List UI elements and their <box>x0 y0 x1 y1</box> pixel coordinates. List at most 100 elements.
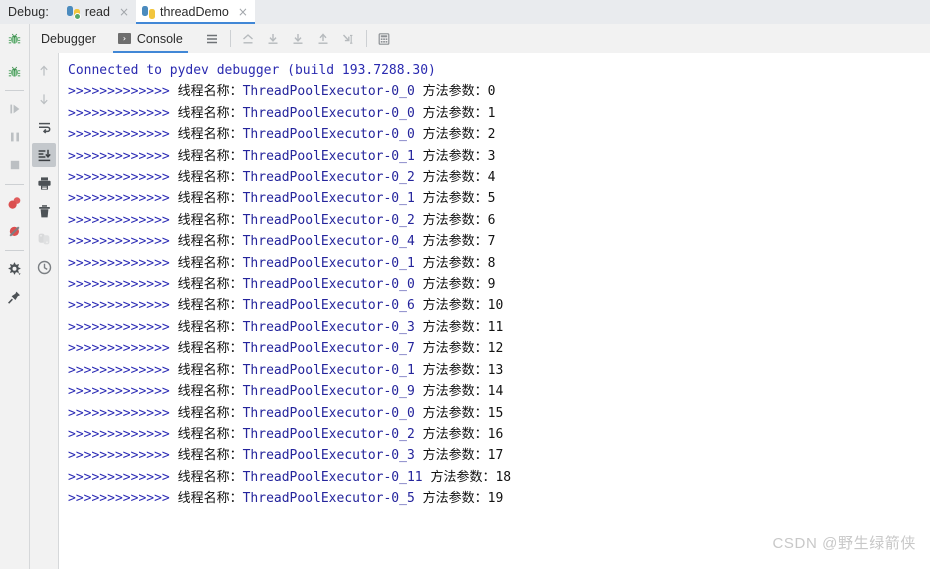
console-arrows: >>>>>>>>>>>>> <box>68 384 170 400</box>
step-into-down-icon[interactable] <box>261 26 286 51</box>
thread-name-label: 线程名称： <box>177 212 243 228</box>
pin-tab-icon[interactable] <box>3 285 27 309</box>
console-line: >>>>>>>>>>>>> 线程名称：ThreadPoolExecutor-0_… <box>68 445 930 466</box>
thread-name-value: ThreadPoolExecutor-0_0 <box>242 277 415 293</box>
method-arg-value: 10 <box>487 298 504 314</box>
history-clock-icon[interactable] <box>32 255 56 279</box>
thread-name-label: 线程名称： <box>177 491 243 507</box>
thread-name-value: ThreadPoolExecutor-0_3 <box>242 319 415 335</box>
stop-program-icon[interactable] <box>3 153 27 177</box>
console-arrows: >>>>>>>>>>>>> <box>68 212 170 228</box>
force-step-into-down-icon[interactable] <box>286 26 311 51</box>
thread-name-value: ThreadPoolExecutor-0_0 <box>242 127 415 143</box>
thread-name-value: ThreadPoolExecutor-0_4 <box>242 234 415 250</box>
method-arg-label: 方法参数： <box>422 84 488 100</box>
console-line: >>>>>>>>>>>>> 线程名称：ThreadPoolExecutor-0_… <box>68 188 930 209</box>
console-arrows: >>>>>>>>>>>>> <box>68 469 170 485</box>
console-line: >>>>>>>>>>>>> 线程名称：ThreadPoolExecutor-0_… <box>68 488 930 509</box>
pause-program-icon[interactable] <box>3 125 27 149</box>
thread-name-value: ThreadPoolExecutor-0_9 <box>242 384 415 400</box>
toolbar-divider <box>365 30 367 47</box>
console-line: >>>>>>>>>>>>> 线程名称：ThreadPoolExecutor-0_… <box>68 231 930 252</box>
step-out-icon[interactable] <box>311 26 336 51</box>
debug-bug-icon[interactable] <box>3 59 27 83</box>
console-arrows: >>>>>>>>>>>>> <box>68 105 170 121</box>
method-arg-value: 3 <box>487 148 496 164</box>
thread-name-label: 线程名称： <box>177 234 243 250</box>
method-arg-label: 方法参数： <box>422 105 488 121</box>
thread-name-value: ThreadPoolExecutor-0_3 <box>242 448 415 464</box>
method-arg-value: 1 <box>487 105 496 121</box>
console-arrows: >>>>>>>>>>>>> <box>68 170 170 186</box>
file-tab-label: read <box>84 5 110 19</box>
thread-name-value: ThreadPoolExecutor-0_6 <box>242 298 415 314</box>
soft-wrap-icon[interactable] <box>200 26 225 51</box>
scroll-up-icon[interactable] <box>32 59 56 83</box>
method-arg-value: 17 <box>487 448 504 464</box>
file-tab-threadDemo[interactable]: threadDemo × <box>136 0 255 24</box>
method-arg-label: 方法参数： <box>422 491 488 507</box>
rail-divider <box>5 184 24 185</box>
view-breakpoints-icon[interactable] <box>3 191 27 215</box>
method-arg-value: 0 <box>487 84 496 100</box>
console-line: >>>>>>>>>>>>> 线程名称：ThreadPoolExecutor-0_… <box>68 146 930 167</box>
thread-name-value: ThreadPoolExecutor-0_1 <box>242 148 415 164</box>
close-icon[interactable]: × <box>238 6 248 18</box>
soft-wrap-lines-icon[interactable] <box>32 115 56 139</box>
debug-tool-window: Debug: read × threadDemo × Debugger › Co… <box>0 0 930 569</box>
thread-name-label: 线程名称： <box>177 341 243 357</box>
step-out-up-icon[interactable] <box>236 26 261 51</box>
method-arg-value: 9 <box>487 277 496 293</box>
close-icon[interactable]: × <box>119 6 129 18</box>
method-arg-label: 方法参数： <box>422 234 488 250</box>
console-output-panel[interactable]: Connected to pydev debugger (build 193.7… <box>59 53 930 563</box>
thread-name-value: ThreadPoolExecutor-0_5 <box>242 491 415 507</box>
thread-name-value: ThreadPoolExecutor-0_1 <box>242 255 415 271</box>
clear-all-trash-icon[interactable] <box>32 199 56 223</box>
print-icon[interactable] <box>32 171 56 195</box>
thread-name-label: 线程名称： <box>177 277 243 293</box>
method-arg-value: 16 <box>487 426 504 442</box>
thread-name-value: ThreadPoolExecutor-0_2 <box>242 426 415 442</box>
console-line: >>>>>>>>>>>>> 线程名称：ThreadPoolExecutor-0_… <box>68 210 930 231</box>
console-line: >>>>>>>>>>>>> 线程名称：ThreadPoolExecutor-0_… <box>68 338 930 359</box>
method-arg-label: 方法参数： <box>422 384 488 400</box>
thread-name-value: ThreadPoolExecutor-0_0 <box>242 105 415 121</box>
console-arrows: >>>>>>>>>>>>> <box>68 298 170 314</box>
console-line: >>>>>>>>>>>>> 线程名称：ThreadPoolExecutor-0_… <box>68 274 930 295</box>
console-line: >>>>>>>>>>>>> 线程名称：ThreadPoolExecutor-0_… <box>68 403 930 424</box>
run-to-cursor-icon[interactable] <box>336 26 361 51</box>
scroll-to-end-icon[interactable] <box>32 143 56 167</box>
console-line: >>>>>>>>>>>>> 线程名称：ThreadPoolExecutor-0_… <box>68 167 930 188</box>
method-arg-label: 方法参数： <box>422 298 488 314</box>
evaluate-expression-icon[interactable] <box>372 26 397 51</box>
mute-breakpoints-icon[interactable] <box>3 219 27 243</box>
console-line: >>>>>>>>>>>>> 线程名称：ThreadPoolExecutor-0_… <box>68 424 930 445</box>
thread-name-value: ThreadPoolExecutor-0_1 <box>242 191 415 207</box>
console-arrows: >>>>>>>>>>>>> <box>68 127 170 143</box>
scroll-down-icon[interactable] <box>32 87 56 111</box>
console-arrows: >>>>>>>>>>>>> <box>68 362 170 378</box>
settings-gear-icon[interactable] <box>3 257 27 281</box>
method-arg-value: 2 <box>487 127 496 143</box>
thread-name-label: 线程名称： <box>177 170 243 186</box>
method-arg-label: 方法参数： <box>422 170 488 186</box>
thread-name-value: ThreadPoolExecutor-0_2 <box>242 170 415 186</box>
file-tab-read[interactable]: read × <box>61 0 136 24</box>
resume-program-icon[interactable] <box>3 97 27 121</box>
thread-name-label: 线程名称： <box>177 319 243 335</box>
tab-debugger[interactable]: Debugger <box>30 25 107 53</box>
method-arg-label: 方法参数： <box>422 191 488 207</box>
console-line: >>>>>>>>>>>>> 线程名称：ThreadPoolExecutor-0_… <box>68 295 930 316</box>
tab-console[interactable]: › Console <box>107 25 194 53</box>
python-console-icon[interactable] <box>32 227 56 251</box>
thread-name-label: 线程名称： <box>177 405 243 421</box>
method-arg-value: 4 <box>487 170 496 186</box>
console-line: >>>>>>>>>>>>> 线程名称：ThreadPoolExecutor-0_… <box>68 103 930 124</box>
method-arg-value: 13 <box>487 362 504 378</box>
console-lines: Connected to pydev debugger (build 193.7… <box>59 53 930 510</box>
thread-name-label: 线程名称： <box>177 191 243 207</box>
method-arg-label: 方法参数： <box>422 255 488 271</box>
debug-actions-rail <box>0 53 30 569</box>
console-line-connected: Connected to pydev debugger (build 193.7… <box>68 63 436 78</box>
